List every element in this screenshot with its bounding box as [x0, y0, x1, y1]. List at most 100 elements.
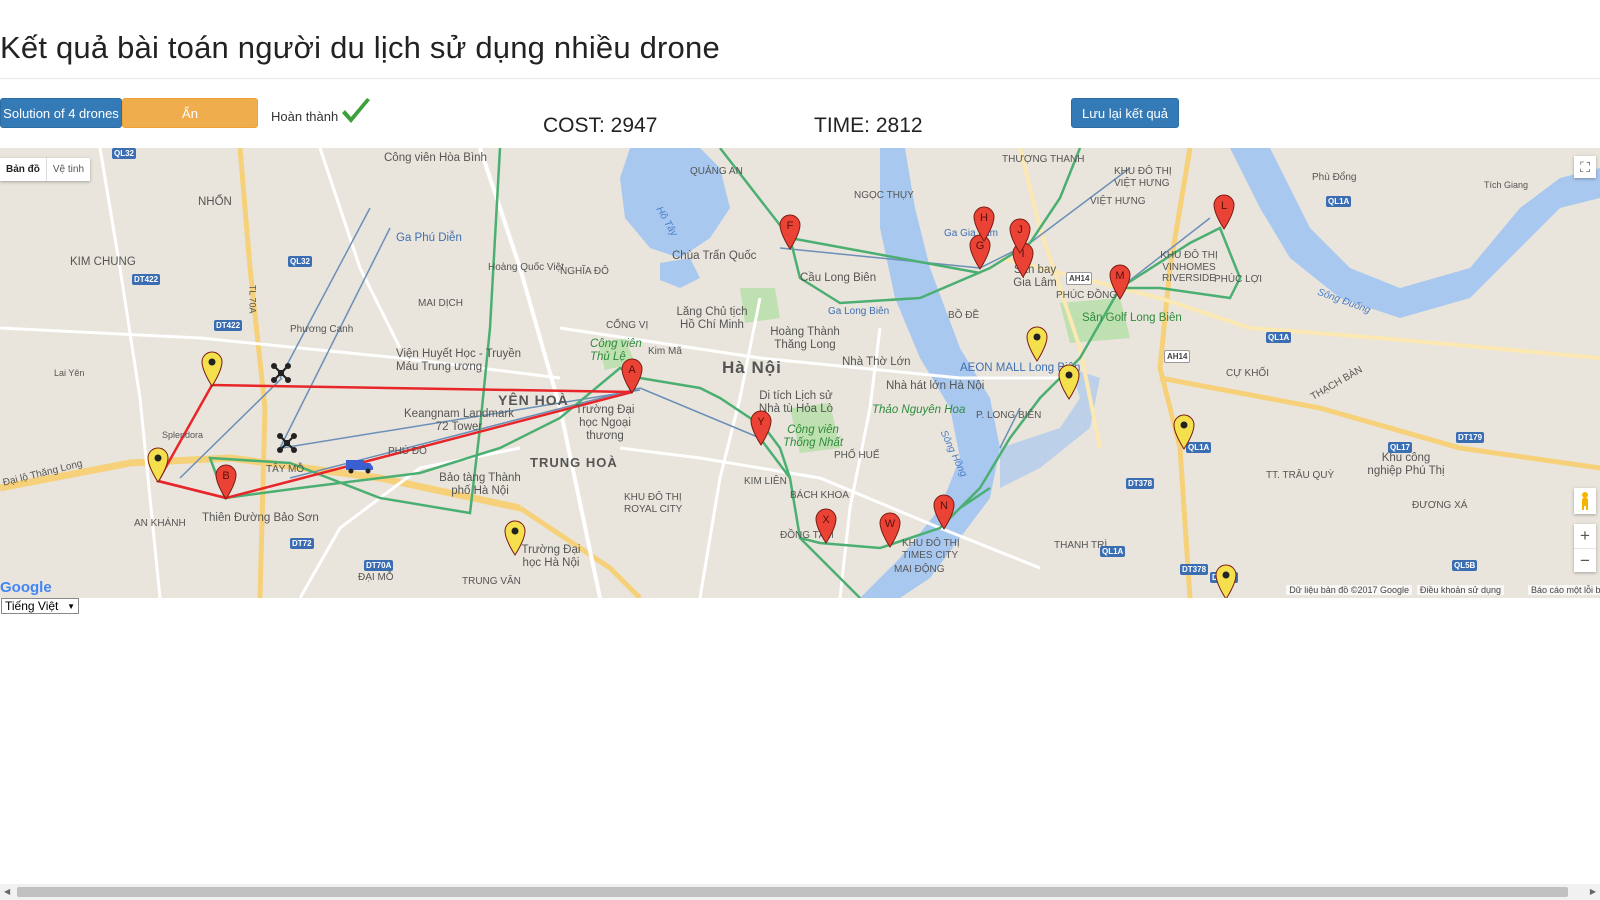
- map-marker-j[interactable]: J: [1009, 218, 1031, 259]
- title-divider: [0, 78, 1600, 79]
- map-place-label: ĐẠI MỖ: [358, 572, 394, 583]
- map-place-label: Keangnam Landmark 72 Tower: [404, 408, 514, 434]
- map-marker-h[interactable]: H: [973, 206, 995, 247]
- map-place-label: THƯỢNG THANH: [1002, 154, 1085, 165]
- road-shield: QL1A: [1100, 546, 1126, 557]
- road-shield: AH14: [1066, 272, 1093, 285]
- depot-marker[interactable]: [201, 351, 223, 392]
- map-place-label: Nhà Thờ Lớn: [842, 356, 911, 368]
- map-place-label: Lai Yên: [54, 368, 85, 378]
- horizontal-scrollbar[interactable]: ◀ ▶: [0, 884, 1600, 900]
- drone-icon: [276, 432, 298, 459]
- road-shield: QL32: [112, 148, 137, 159]
- map-place-label: P. LONG BIÊN: [976, 410, 1042, 421]
- report-error-link[interactable]: Báo cáo một lỗi bản đồ: [1527, 585, 1600, 595]
- road-shield: DT422: [132, 274, 161, 285]
- map-marker-y[interactable]: Y: [750, 410, 772, 451]
- road-label: TL 70A: [247, 284, 258, 314]
- zoom-in-button[interactable]: +: [1574, 524, 1596, 548]
- svg-text:L: L: [1221, 200, 1227, 212]
- road-shield: QL5B: [1452, 560, 1478, 571]
- map-marker-l[interactable]: L: [1213, 194, 1235, 235]
- depot-marker[interactable]: [147, 447, 169, 488]
- map-place-label: TT. TRÂU QUỲ: [1266, 470, 1335, 481]
- checkmark-icon: [340, 97, 372, 130]
- hide-button[interactable]: Ẩn: [122, 98, 258, 128]
- map-place-label: Trường Đại học Ngoại thương: [575, 404, 635, 443]
- map-marker-n[interactable]: N: [933, 494, 955, 535]
- chevron-down-icon: ▼: [67, 601, 75, 611]
- depot-marker[interactable]: [504, 520, 526, 561]
- map-type-map-tab[interactable]: Bản đồ: [0, 158, 46, 181]
- save-results-button[interactable]: Lưu lại kết quả: [1071, 98, 1179, 128]
- svg-text:X: X: [822, 514, 830, 526]
- language-select[interactable]: Tiếng Việt ▼: [1, 598, 79, 614]
- svg-text:B: B: [222, 470, 229, 482]
- map-place-label: NGỌC THỤY: [854, 190, 914, 201]
- map-marker-f[interactable]: F: [779, 214, 801, 255]
- map-marker-w[interactable]: W: [879, 512, 901, 553]
- map-marker-x[interactable]: X: [815, 508, 837, 549]
- map-place-label: Viện Huyết Học - Truyền Máu Trung ương: [396, 348, 522, 374]
- road-shield: QL17: [1388, 442, 1413, 453]
- depot-marker[interactable]: [1173, 414, 1195, 455]
- map-place-label: Kim Mã: [648, 346, 682, 357]
- map-place-label: BÁCH KHOA: [790, 490, 849, 501]
- cost-value: COST: 2947: [543, 114, 658, 137]
- map-place-label: Lăng Chủ tịch Hồ Chí Minh: [676, 306, 748, 332]
- map-place-label: KHU ĐÔ THỊ TIMES CITY: [902, 538, 960, 561]
- road-shield: QL1A: [1266, 332, 1292, 343]
- terms-of-use-link[interactable]: Điều khoản sử dụng: [1416, 585, 1504, 595]
- status-indicator: Hoàn thành: [271, 98, 372, 130]
- map-place-label: VIỆT HƯNG: [1090, 196, 1146, 207]
- map-place-label: TRUNG HOÀ: [530, 455, 618, 470]
- road-shield: QL1A: [1326, 196, 1352, 207]
- depot-marker[interactable]: [1215, 564, 1237, 598]
- map-place-label: Công viên Hòa Bình: [384, 152, 487, 164]
- truck-icon: [346, 458, 374, 479]
- map-place-label: Công viên Thống Nhất: [782, 424, 844, 450]
- road-shield: QL32: [288, 256, 313, 267]
- svg-text:F: F: [787, 220, 794, 232]
- map-place-label: Splendora: [162, 430, 204, 440]
- map-place-label: MAI ĐỘNG: [894, 564, 945, 575]
- road-shield: DT72: [290, 538, 314, 549]
- map-place-label: Ga Long Biên: [828, 306, 890, 317]
- depot-marker[interactable]: [1058, 364, 1080, 405]
- map-place-label: KIM CHUNG: [70, 256, 136, 268]
- map-place-label: Phù Đổng: [1312, 172, 1357, 183]
- map-canvas[interactable]: Bản đồ Vệ tinh Công viên Hòa Bình NHỔN K…: [0, 148, 1600, 598]
- street-view-pegman-icon[interactable]: [1574, 488, 1596, 514]
- road-shield: DT422: [214, 320, 243, 331]
- depot-marker[interactable]: [1026, 326, 1048, 367]
- map-place-label: CỰ KHỐI: [1226, 368, 1269, 379]
- map-place-label: PHÚC ĐỒNG: [1056, 290, 1118, 301]
- map-type-satellite-tab[interactable]: Vệ tinh: [45, 158, 90, 181]
- map-place-label: Hoàng Thành Thăng Long: [770, 326, 840, 352]
- map-place-label: KIM LIÊN: [744, 476, 787, 487]
- zoom-control: + −: [1574, 524, 1596, 572]
- road-shield: DT179: [1456, 432, 1485, 443]
- scroll-left-icon[interactable]: ◀: [4, 887, 10, 896]
- map-place-label: Thảo Nguyên Hoa: [872, 404, 966, 416]
- svg-text:A: A: [628, 364, 636, 376]
- solution-button[interactable]: Solution of 4 drones: [0, 98, 122, 128]
- map-marker-m[interactable]: M: [1109, 264, 1131, 305]
- svg-text:Y: Y: [757, 416, 765, 428]
- map-place-label: Hà Nội: [722, 358, 782, 377]
- scrollbar-thumb[interactable]: [17, 887, 1568, 897]
- time-value: TIME: 2812: [814, 114, 923, 137]
- map-marker-a[interactable]: A: [621, 358, 643, 399]
- zoom-out-button[interactable]: −: [1574, 548, 1596, 572]
- road-shield: DT70A: [364, 560, 394, 571]
- map-place-label: KHU ĐÔ THỊ VIỆT HƯNG: [1114, 166, 1172, 189]
- map-place-label: Khu công nghiệp Phú Thị: [1367, 452, 1445, 478]
- fullscreen-button[interactable]: ⛶: [1574, 156, 1596, 178]
- map-marker-b[interactable]: B: [215, 464, 237, 505]
- map-place-label: NGHĨA ĐÔ: [560, 266, 609, 277]
- map-place-label: YÊN HOÀ: [498, 392, 569, 408]
- map-place-label: Sân Golf Long Biên: [1082, 312, 1182, 324]
- map-place-label: Ga Phú Diễn: [396, 232, 462, 244]
- scroll-right-icon[interactable]: ▶: [1590, 887, 1596, 896]
- map-place-label: PHÚC LỢI: [1214, 274, 1263, 285]
